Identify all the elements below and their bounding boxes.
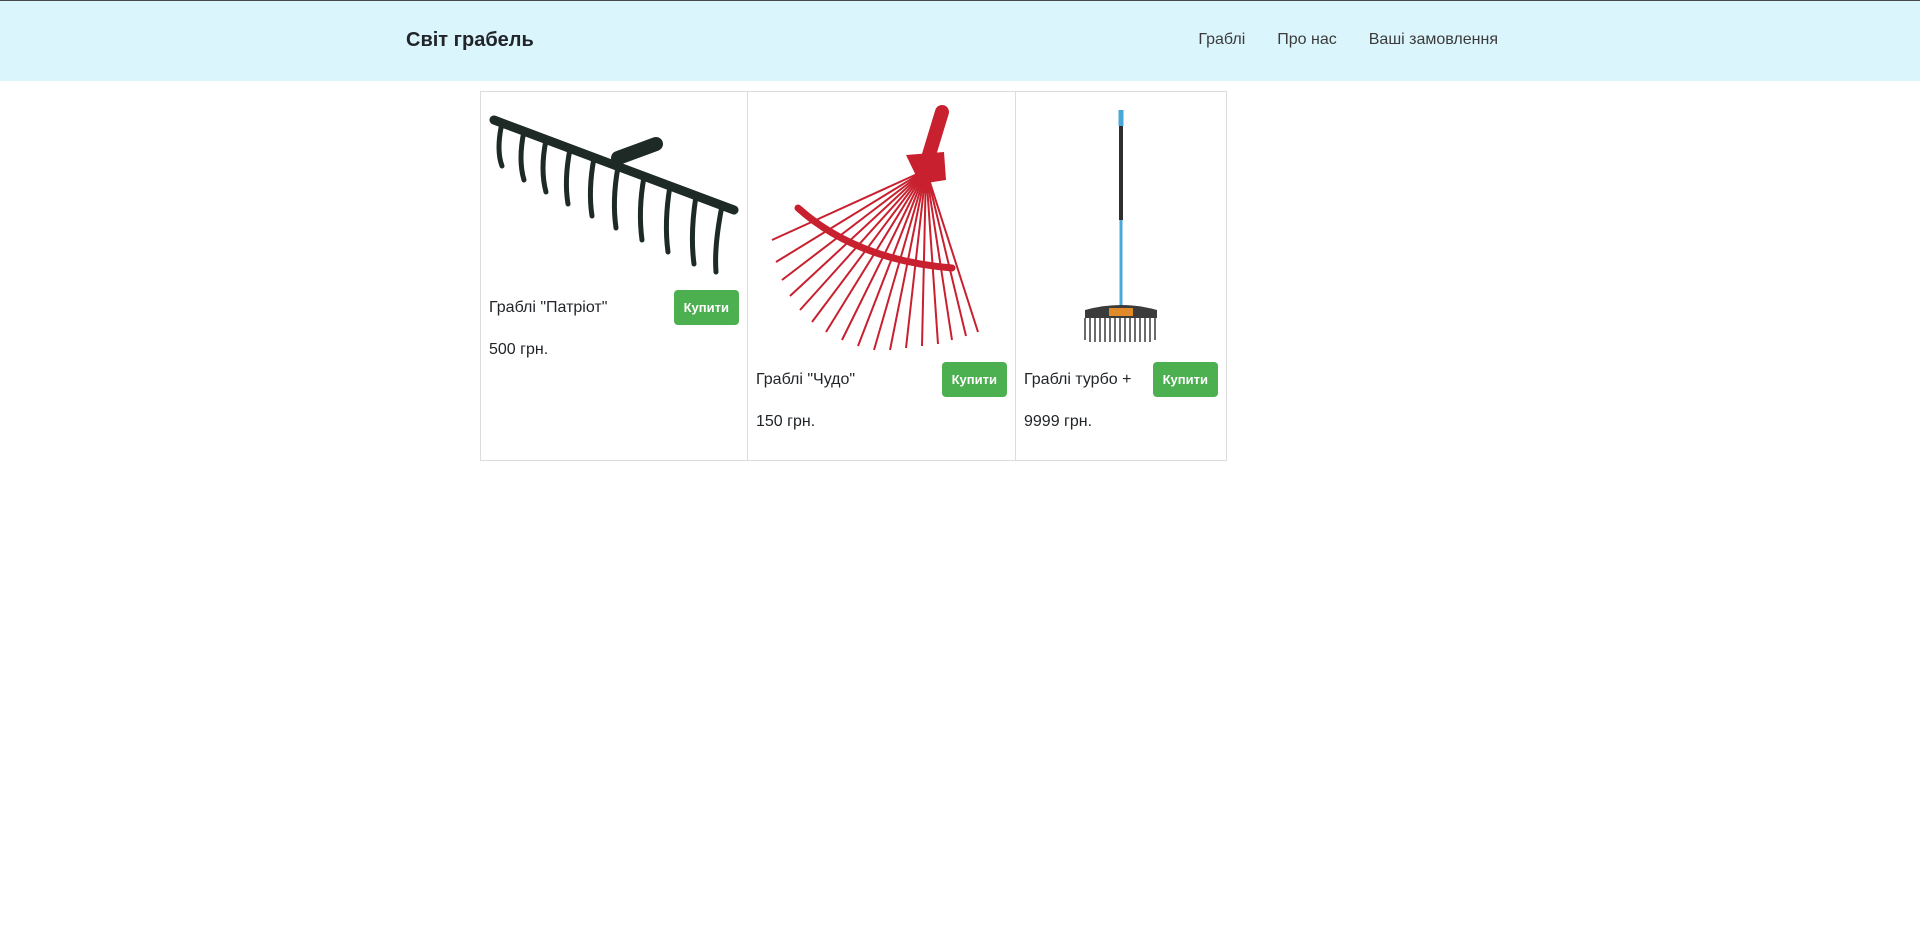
product-name: Граблі "Патріот": [489, 298, 608, 316]
brand-title[interactable]: Світ грабель: [406, 29, 534, 52]
product-list: Граблі "Патріот" Купити 500 грн. Граблі …: [480, 91, 1227, 461]
fan-rake-icon: [771, 105, 979, 351]
buy-button[interactable]: Купити: [1152, 362, 1218, 397]
buy-button[interactable]: Купити: [941, 362, 1007, 397]
navbar: Світ грабель Граблі Про нас Ваші замовле…: [0, 1, 1920, 81]
product-name: Граблі "Чудо": [756, 370, 856, 388]
product-card: Граблі "Чудо" Купити 150 грн.: [747, 91, 1016, 461]
product-price: 150 грн.: [756, 413, 816, 430]
nav-menu: Граблі Про нас Ваші замовлення: [1198, 31, 1498, 49]
product-card: Граблі турбо + Купити 9999 грн.: [1015, 91, 1227, 461]
nav-link-about[interactable]: Про нас: [1277, 31, 1336, 49]
product-price: 500 грн.: [489, 341, 549, 358]
product-price: 9999 грн.: [1024, 413, 1093, 430]
product-name: Граблі турбо +: [1024, 370, 1132, 388]
buy-button[interactable]: Купити: [673, 290, 739, 325]
nav-link-rakes[interactable]: Граблі: [1198, 31, 1245, 49]
nav-link-orders[interactable]: Ваші замовлення: [1369, 31, 1498, 49]
long-handle-rake-icon: [1084, 110, 1157, 342]
product-card: Граблі "Патріот" Купити 500 грн.: [480, 91, 748, 461]
garden-rake-icon: [489, 115, 739, 275]
